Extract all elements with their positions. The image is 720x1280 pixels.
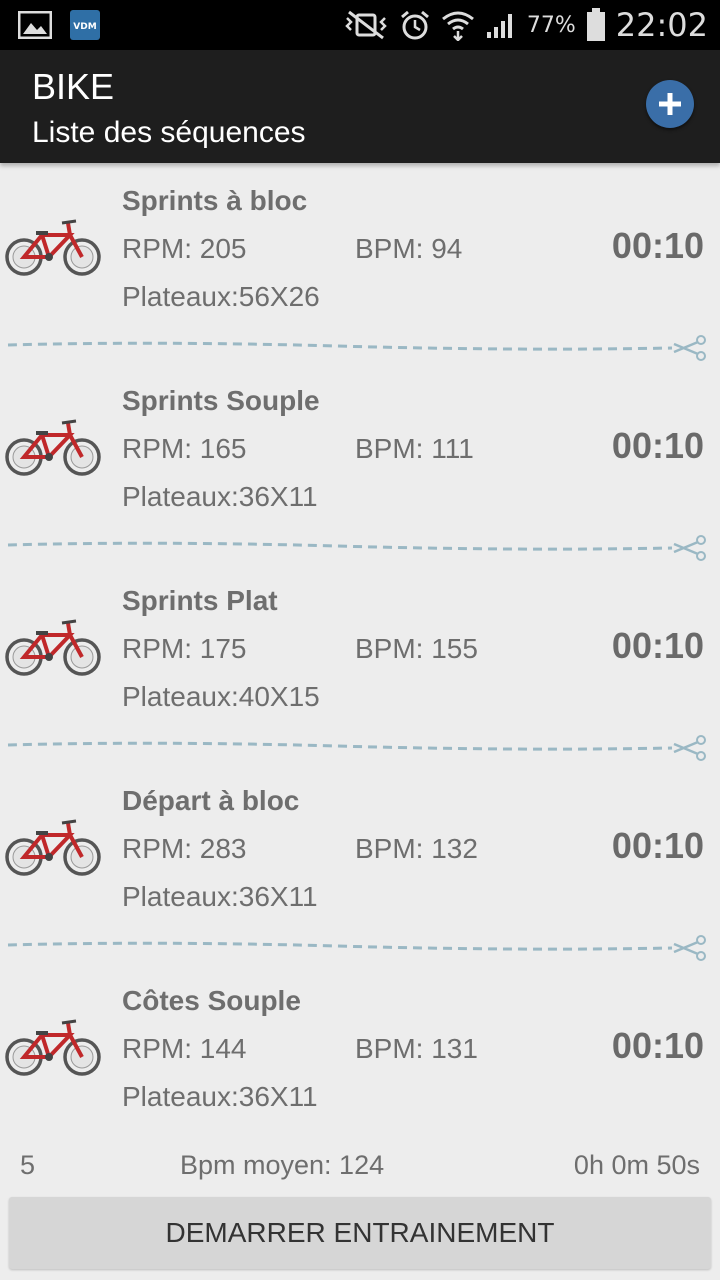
cut-line[interactable] bbox=[6, 935, 712, 961]
vdm-app-icon: VDM bbox=[70, 10, 100, 40]
sequence-plateaux: Plateaux:36X11 bbox=[122, 1081, 318, 1112]
sequence-plateaux: Plateaux:36X11 bbox=[122, 481, 318, 512]
cut-line[interactable] bbox=[6, 335, 712, 361]
bike-icon bbox=[5, 819, 101, 876]
app-bar: BIKE Liste des séquences bbox=[0, 50, 720, 163]
sequence-bpm: BPM: 94 bbox=[355, 233, 463, 264]
sequence-name: Sprints Souple bbox=[122, 385, 320, 416]
page-subtitle: Liste des séquences bbox=[32, 116, 306, 149]
sequence-count: 5 bbox=[20, 1150, 36, 1180]
average-bpm: Bpm moyen: 124 bbox=[180, 1150, 385, 1180]
sequence-duration: 00:10 bbox=[611, 625, 704, 666]
alarm-icon bbox=[400, 10, 429, 40]
sequence-plateaux: Plateaux:40X15 bbox=[122, 681, 320, 712]
sequence-item[interactable]: Départ à bloc RPM: 283 BPM: 132 Plateaux… bbox=[0, 763, 720, 963]
status-right: 77% 22:02 bbox=[343, 0, 708, 50]
sequence-duration: 00:10 bbox=[611, 425, 704, 466]
plus-icon bbox=[659, 93, 681, 115]
sequence-duration: 00:10 bbox=[611, 825, 704, 866]
bike-icon bbox=[5, 219, 101, 276]
scissors-icon[interactable] bbox=[673, 535, 706, 561]
wifi-icon bbox=[441, 11, 474, 41]
sequence-item[interactable]: Sprints Souple RPM: 165 BPM: 111 Plateau… bbox=[0, 363, 720, 563]
battery-percent: 77% bbox=[526, 12, 576, 38]
bike-icon bbox=[5, 619, 101, 676]
clock: 22:02 bbox=[615, 6, 708, 44]
app-title: BIKE bbox=[32, 66, 115, 107]
total-duration: 0h 0m 50s bbox=[573, 1150, 700, 1180]
sequence-list[interactable]: Sprints à bloc RPM: 205 BPM: 94 Plateaux… bbox=[0, 163, 720, 1135]
sequence-name: Côtes Souple bbox=[122, 985, 301, 1016]
gallery-icon bbox=[18, 11, 52, 39]
scissors-icon[interactable] bbox=[673, 335, 706, 361]
sequence-rpm: RPM: 283 bbox=[122, 833, 247, 864]
sequence-rpm: RPM: 165 bbox=[122, 433, 247, 464]
sequence-name: Sprints à bloc bbox=[122, 185, 308, 216]
add-sequence-button[interactable] bbox=[646, 80, 694, 128]
cut-line[interactable] bbox=[6, 535, 712, 561]
sequence-name: Sprints Plat bbox=[122, 585, 278, 616]
sequence-bpm: BPM: 111 bbox=[355, 433, 474, 464]
sequence-item[interactable]: Sprints Plat RPM: 175 BPM: 155 Plateaux:… bbox=[0, 563, 720, 763]
sequence-duration: 00:10 bbox=[611, 225, 704, 266]
sequence-plateaux: Plateaux:56X26 bbox=[122, 281, 320, 312]
sequence-bpm: BPM: 131 bbox=[355, 1033, 478, 1064]
summary-bar: 5 Bpm moyen: 124 0h 0m 50s bbox=[0, 1140, 720, 1190]
sequence-item[interactable]: Côtes Souple RPM: 144 BPM: 131 Plateaux:… bbox=[0, 963, 720, 1135]
scissors-icon[interactable] bbox=[673, 935, 706, 961]
sequence-rpm: RPM: 205 bbox=[122, 233, 247, 264]
sequence-item[interactable]: Sprints à bloc RPM: 205 BPM: 94 Plateaux… bbox=[0, 163, 720, 363]
bike-icon bbox=[5, 1019, 101, 1076]
sequence-bpm: BPM: 132 bbox=[355, 833, 478, 864]
battery-icon bbox=[586, 8, 605, 41]
sequence-name: Départ à bloc bbox=[122, 785, 300, 816]
status-left-icons: VDM bbox=[18, 10, 100, 40]
status-bar: VDM 77% 22:02 bbox=[0, 0, 720, 50]
cut-line[interactable] bbox=[6, 735, 712, 761]
sequence-rpm: RPM: 144 bbox=[122, 1033, 247, 1064]
bike-icon bbox=[5, 419, 101, 476]
scissors-icon[interactable] bbox=[673, 735, 706, 761]
sequence-rpm: RPM: 175 bbox=[122, 633, 247, 664]
signal-icon bbox=[486, 14, 512, 38]
svg-text:VDM: VDM bbox=[73, 22, 96, 32]
sequence-bpm: BPM: 155 bbox=[355, 633, 478, 664]
sequence-plateaux: Plateaux:36X11 bbox=[122, 881, 318, 912]
sequence-duration: 00:10 bbox=[611, 1025, 704, 1066]
start-training-button[interactable]: DEMARRER ENTRAINEMENT bbox=[9, 1197, 711, 1269]
vibrate-mute-icon bbox=[345, 10, 387, 40]
